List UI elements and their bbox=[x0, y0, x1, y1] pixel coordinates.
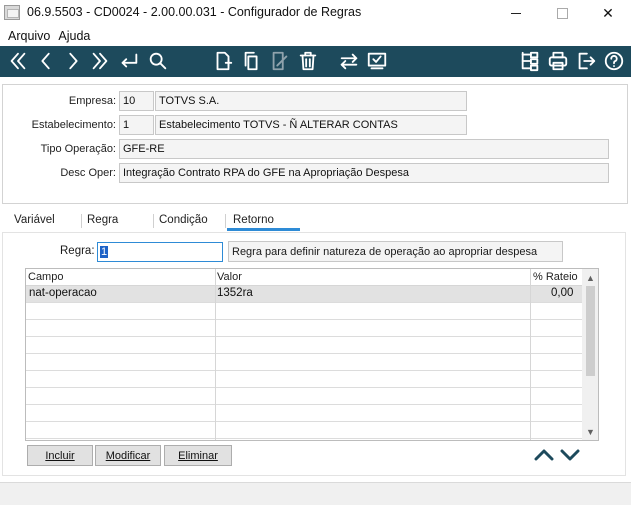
scroll-down-icon[interactable]: ▼ bbox=[585, 426, 596, 437]
empty-row bbox=[26, 303, 582, 320]
tab-condicao[interactable]: Condição bbox=[159, 214, 208, 226]
empresa-label: Empresa: bbox=[68, 95, 116, 107]
last-icon[interactable] bbox=[88, 49, 112, 73]
tab-regra[interactable]: Regra bbox=[87, 214, 118, 226]
tab-retorno[interactable]: Retorno bbox=[233, 214, 274, 226]
copy-icon[interactable] bbox=[240, 49, 264, 73]
empty-row bbox=[26, 354, 582, 371]
empty-row bbox=[26, 320, 582, 337]
delete-icon[interactable] bbox=[296, 49, 320, 73]
table-row[interactable]: nat-operacao 1352ra 0,00 bbox=[26, 286, 582, 303]
help-icon[interactable] bbox=[602, 49, 626, 73]
previous-icon[interactable] bbox=[34, 49, 58, 73]
status-bar bbox=[0, 482, 631, 505]
menu-ajuda[interactable]: Ajuda bbox=[54, 29, 94, 43]
menu-arquivo[interactable]: Arquivo bbox=[4, 29, 54, 43]
incluir-button[interactable]: Incluir bbox=[27, 445, 93, 466]
cell-valor: 1352ra bbox=[217, 287, 253, 299]
estabelecimento-label: Estabelecimento: bbox=[31, 119, 116, 131]
next-icon[interactable] bbox=[61, 49, 85, 73]
scroll-up-icon[interactable]: ▲ bbox=[585, 272, 596, 283]
desc-oper-label: Desc Oper: bbox=[60, 167, 116, 179]
estabelecimento-name-field: Estabelecimento TOTVS - Ñ ALTERAR CONTAS bbox=[155, 115, 467, 135]
edit-icon[interactable] bbox=[268, 49, 292, 73]
empty-row bbox=[26, 388, 582, 405]
cell-rateio: 0,00 bbox=[551, 287, 574, 299]
first-icon[interactable] bbox=[6, 49, 30, 73]
regra-label: Regra: bbox=[60, 245, 95, 257]
active-tab-indicator bbox=[227, 228, 300, 231]
confirm-icon[interactable] bbox=[365, 49, 389, 73]
exchange-icon[interactable] bbox=[337, 49, 361, 73]
move-down-icon[interactable] bbox=[558, 445, 581, 465]
regra-input[interactable]: 1 bbox=[97, 242, 223, 262]
tab-divider bbox=[225, 214, 226, 228]
new-icon[interactable] bbox=[211, 49, 235, 73]
tab-bar: Variável Regra Condição Retorno bbox=[2, 210, 626, 234]
maximize-button[interactable] bbox=[539, 0, 585, 26]
exit-icon[interactable] bbox=[574, 49, 598, 73]
column-header-valor[interactable]: Valor bbox=[217, 271, 242, 283]
regra-value: 1 bbox=[100, 246, 109, 258]
column-divider bbox=[530, 269, 531, 440]
title-bar: 06.9.5503 - CD0024 - 2.00.00.031 - Confi… bbox=[0, 0, 631, 26]
window-title: 06.9.5503 - CD0024 - 2.00.00.031 - Confi… bbox=[27, 5, 362, 19]
tree-icon[interactable] bbox=[518, 49, 542, 73]
move-up-icon[interactable] bbox=[532, 445, 555, 465]
estabelecimento-code-field[interactable]: 1 bbox=[119, 115, 154, 135]
grid-header: Campo Valor % Rateio bbox=[26, 269, 582, 286]
empresa-code-field[interactable]: 10 bbox=[119, 91, 154, 111]
close-button[interactable]: ✕ bbox=[585, 0, 631, 26]
tab-divider bbox=[153, 214, 154, 228]
desc-oper-field: Integração Contrato RPA do GFE na Apropr… bbox=[119, 163, 609, 183]
toolbar bbox=[0, 46, 631, 77]
app-icon bbox=[4, 5, 20, 20]
goto-icon[interactable] bbox=[117, 49, 141, 73]
column-header-campo[interactable]: Campo bbox=[28, 271, 63, 283]
tab-variavel[interactable]: Variável bbox=[14, 214, 55, 226]
empty-row bbox=[26, 371, 582, 388]
column-divider bbox=[215, 269, 216, 440]
retorno-grid[interactable]: Campo Valor % Rateio nat-operacao 1352ra… bbox=[25, 268, 599, 441]
search-icon[interactable] bbox=[146, 49, 170, 73]
scroll-thumb[interactable] bbox=[586, 286, 595, 376]
empty-row bbox=[26, 337, 582, 354]
empresa-name-field: TOTVS S.A. bbox=[155, 91, 467, 111]
tab-divider bbox=[81, 214, 82, 228]
vertical-scrollbar[interactable]: ▲ ▼ bbox=[582, 269, 598, 440]
column-header-rateio[interactable]: % Rateio bbox=[533, 271, 578, 283]
regra-description-field: Regra para definir natureza de operação … bbox=[228, 241, 563, 262]
modificar-button[interactable]: Modificar bbox=[95, 445, 161, 466]
print-icon[interactable] bbox=[546, 49, 570, 73]
empty-row bbox=[26, 405, 582, 422]
eliminar-button[interactable]: Eliminar bbox=[164, 445, 232, 466]
tipo-operacao-field[interactable]: GFE-RE bbox=[119, 139, 609, 159]
tipo-operacao-label: Tipo Operação: bbox=[40, 143, 116, 155]
minimize-button[interactable] bbox=[493, 0, 539, 26]
cell-campo: nat-operacao bbox=[29, 287, 97, 299]
menu-bar: Arquivo Ajuda bbox=[0, 26, 631, 46]
empty-row bbox=[26, 422, 582, 439]
